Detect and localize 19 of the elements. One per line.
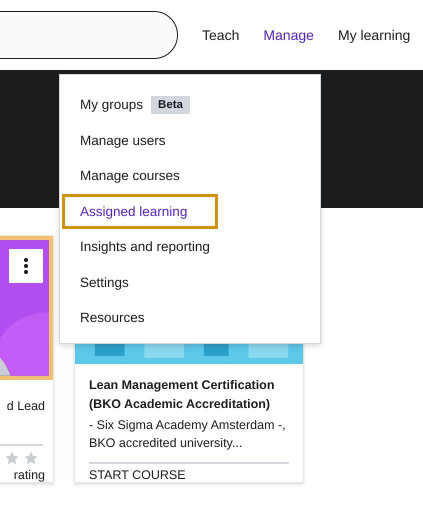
rating-label: rating [14,468,46,482]
beta-badge: Beta [151,96,190,114]
course-description: - Six Sigma Academy Amsterdam -, BKO accredited university... [89,417,287,452]
menu-item[interactable]: My groups Beta [62,87,208,122]
menu-item[interactable]: Assigned learning [62,194,218,229]
nav-link[interactable]: Teach [202,27,240,43]
menu-item[interactable]: Manage users [62,122,184,158]
more-options-button[interactable] [9,249,43,283]
nav-link[interactable]: Manage [263,27,314,43]
start-course-link[interactable]: START COURSE [89,468,289,482]
search-field[interactable] [0,11,178,59]
star-icon [4,450,20,466]
course-title: d Lead [6,399,46,414]
nav-link[interactable]: My learning [338,27,410,43]
course-card[interactable]: d Lead rating [0,235,54,483]
menu-item[interactable]: Manage courses [62,158,198,194]
more-options-icon [24,258,28,274]
course-title: Lean Management Certification (BKO Academic Accreditation) [89,377,276,413]
star-icon [23,450,39,466]
